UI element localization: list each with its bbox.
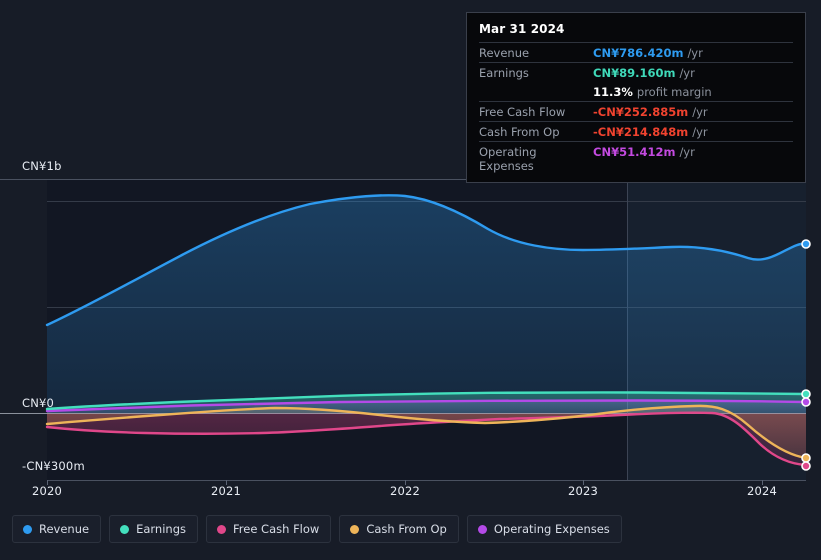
endpoint-marker-revenue bbox=[801, 239, 811, 249]
tooltip-date: Mar 31 2024 bbox=[479, 22, 565, 36]
tooltip-row-free-cash-flow: Free Cash Flow -CN¥252.885m /yr bbox=[479, 101, 793, 121]
y-axis-label-zero: CN¥0 bbox=[22, 396, 55, 410]
legend-dot-icon-revenue bbox=[23, 524, 32, 534]
endpoint-marker-free-cash-flow bbox=[801, 461, 811, 471]
tooltip-unit-cash-from-op: /yr bbox=[692, 124, 708, 139]
endpoint-marker-cash-from-op bbox=[801, 453, 811, 463]
legend-dot-icon-earnings bbox=[120, 524, 130, 534]
legend-item-free-cash-flow[interactable]: Free Cash Flow bbox=[206, 515, 332, 543]
endpoint-marker-earnings bbox=[801, 389, 811, 399]
tooltip-value-free-cash-flow: -CN¥252.885m bbox=[593, 104, 689, 119]
endpoint-marker-operating-expenses bbox=[801, 397, 811, 407]
x-axis: 2020 2021 2022 2023 2024 bbox=[0, 484, 821, 502]
legend-dot-icon-free-cash-flow bbox=[217, 524, 226, 534]
tooltip-label-free-cash-flow: Free Cash Flow bbox=[479, 104, 566, 119]
tooltip-value-cash-from-op: -CN¥214.848m bbox=[593, 124, 689, 139]
x-axis-tick-2024: 2024 bbox=[746, 484, 778, 498]
legend-label-free-cash-flow: Free Cash Flow bbox=[233, 522, 320, 536]
y-axis-label-bottom: -CN¥300m bbox=[22, 459, 85, 473]
legend-item-cash-from-op[interactable]: Cash From Op bbox=[339, 515, 459, 543]
x-axis-tick-2021: 2021 bbox=[210, 484, 242, 498]
x-axis-tick-2020: 2020 bbox=[31, 484, 63, 498]
legend-dot-icon-operating-expenses bbox=[477, 524, 487, 534]
tooltip-unit-earnings: /yr bbox=[679, 65, 695, 80]
tooltip-unit-free-cash-flow: /yr bbox=[692, 104, 708, 119]
x-axis-tick-2023: 2023 bbox=[567, 484, 599, 498]
tooltip-row-cash-from-op: Cash From Op -CN¥214.848m /yr bbox=[479, 121, 793, 141]
tooltip-value-revenue: CN¥786.420m bbox=[593, 45, 684, 60]
tooltip-label-cash-from-op: Cash From Op bbox=[479, 124, 560, 139]
legend-label-cash-from-op: Cash From Op bbox=[366, 522, 447, 536]
legend-dot-icon-cash-from-op bbox=[350, 524, 360, 534]
legend-item-operating-expenses[interactable]: Operating Expenses bbox=[466, 515, 622, 543]
tooltip-label-operating-expenses: Operating Expenses bbox=[479, 144, 537, 173]
legend-item-earnings[interactable]: Earnings bbox=[109, 515, 198, 543]
tooltip-row-operating-expenses: Operating Expenses CN¥51.412m /yr bbox=[479, 141, 793, 175]
tooltip-value-operating-expenses: CN¥51.412m bbox=[593, 144, 676, 159]
tooltip-unit-profit-margin: profit margin bbox=[636, 84, 712, 99]
legend-item-revenue[interactable]: Revenue bbox=[12, 515, 102, 543]
x-axis-tick-2022: 2022 bbox=[389, 484, 421, 498]
tooltip-unit-revenue: /yr bbox=[687, 45, 703, 60]
tooltip-value-earnings: CN¥89.160m bbox=[593, 65, 676, 80]
tooltip-label-revenue: Revenue bbox=[479, 45, 530, 60]
legend-label-operating-expenses: Operating Expenses bbox=[493, 522, 610, 536]
tooltip-row-revenue: Revenue CN¥786.420m /yr bbox=[479, 42, 793, 62]
tooltip-row-earnings: Earnings CN¥89.160m /yr bbox=[479, 62, 793, 82]
y-axis-label-top: CN¥1b bbox=[22, 159, 62, 173]
chart-tooltip: Mar 31 2024 Revenue CN¥786.420m /yr Earn… bbox=[466, 12, 806, 183]
chart-legend: Revenue Earnings Free Cash Flow Cash Fro… bbox=[12, 515, 622, 543]
tooltip-row-profit-margin: 11.3% profit margin bbox=[479, 82, 793, 101]
tooltip-label-earnings: Earnings bbox=[479, 65, 529, 80]
legend-label-earnings: Earnings bbox=[136, 522, 186, 536]
tooltip-value-profit-margin: 11.3% bbox=[593, 84, 633, 99]
tooltip-unit-operating-expenses: /yr bbox=[679, 144, 695, 159]
legend-label-revenue: Revenue bbox=[39, 522, 90, 536]
